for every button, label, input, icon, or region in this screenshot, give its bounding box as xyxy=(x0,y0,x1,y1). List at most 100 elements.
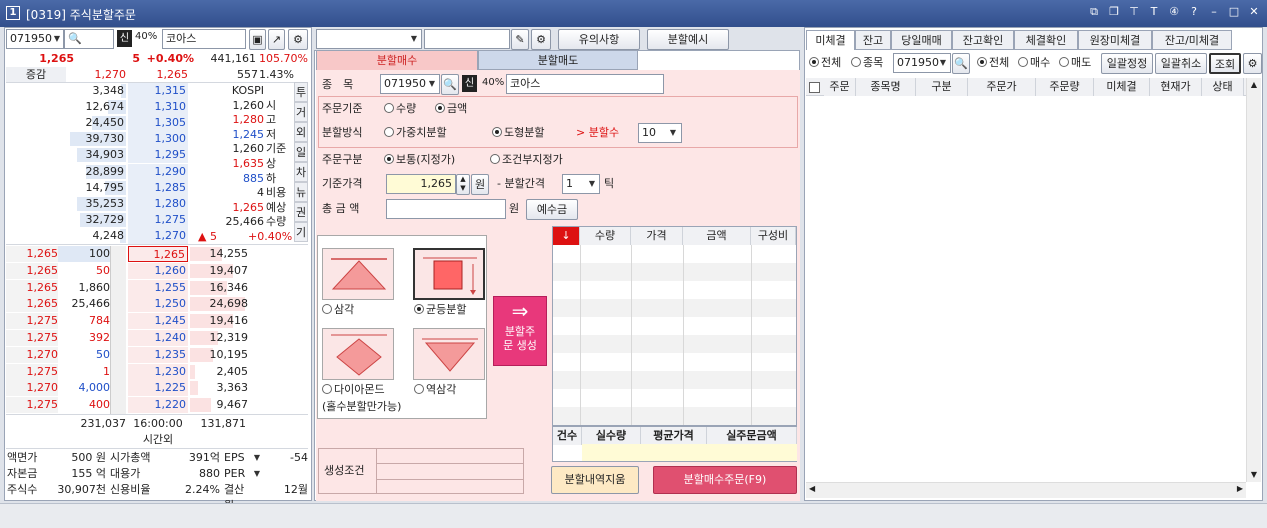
price-stepper[interactable]: ▲ ▼ xyxy=(456,174,470,195)
search-icon[interactable]: 🔍 xyxy=(952,53,970,74)
radio-conditional[interactable]: 조건부지정가 xyxy=(490,152,563,168)
chevron-down-icon[interactable]: ▼ xyxy=(407,30,421,48)
close-icon[interactable]: ✕ xyxy=(1247,5,1261,19)
search-icon[interactable]: 🔍 xyxy=(441,74,459,95)
split-col-header[interactable]: 가격 xyxy=(631,227,683,245)
radio-buy[interactable]: 매수 xyxy=(1018,55,1050,71)
bid-price[interactable]: 1,250 xyxy=(128,296,188,313)
chevron-down-icon[interactable]: ▼ xyxy=(936,54,950,72)
batch-edit-button[interactable]: 일괄정정 xyxy=(1101,53,1153,74)
radio-inverse[interactable]: 역삼각 xyxy=(414,382,456,398)
bid-price[interactable]: 1,225 xyxy=(128,380,188,397)
ask-price[interactable]: 1,300 xyxy=(128,131,188,148)
chevron-down-icon[interactable]: ▼ xyxy=(585,175,599,193)
gear-icon[interactable]: ⚙ xyxy=(531,29,551,50)
ask-price[interactable]: 1,310 xyxy=(128,99,188,116)
maximize-icon[interactable]: □ xyxy=(1227,5,1241,19)
side-tab[interactable]: 거 xyxy=(294,102,308,122)
radio-weighted[interactable]: 가중치분할 xyxy=(384,125,447,141)
radio-all2[interactable]: 전체 xyxy=(977,55,1009,71)
ask-price[interactable]: 1,290 xyxy=(128,163,188,180)
triangle-pattern[interactable] xyxy=(322,248,394,300)
chevron-down-icon[interactable]: ▼ xyxy=(50,30,64,48)
bid-price[interactable]: 1,265 xyxy=(128,246,188,262)
horizontal-scrollbar[interactable]: ◀ ▶ xyxy=(806,482,1246,498)
edit-icon[interactable]: ✎ xyxy=(511,29,529,50)
ask-price[interactable]: 1,295 xyxy=(128,147,188,164)
chevron-right-icon[interactable]: ▶ xyxy=(1237,484,1243,493)
radio-all[interactable]: 전체 xyxy=(809,55,841,71)
radio-equal[interactable]: 균등분할 xyxy=(414,302,466,318)
link-icon[interactable]: ⧉ xyxy=(1087,5,1101,19)
side-tab[interactable]: 외 xyxy=(294,122,308,142)
chart-icon[interactable]: ▣ xyxy=(249,29,266,50)
orders-tab[interactable]: 원장미체결 xyxy=(1078,30,1152,50)
pin-icon[interactable]: ⊤ xyxy=(1127,5,1141,19)
bid-price[interactable]: 1,245 xyxy=(128,313,188,330)
orders-col-header[interactable]: 주문 xyxy=(824,78,856,96)
gear-icon[interactable]: ⚙ xyxy=(1243,53,1262,74)
chevron-down-icon[interactable]: ▼ xyxy=(1247,468,1261,482)
chevron-down-icon[interactable]: ▼ xyxy=(250,465,264,483)
orders-tab[interactable]: 잔고/미체결 xyxy=(1152,30,1232,50)
orders-col-header[interactable]: 주문가 xyxy=(968,78,1036,96)
orders-tab[interactable]: 체결확인 xyxy=(1014,30,1078,50)
ask-price[interactable]: 1,275 xyxy=(128,211,188,228)
orders-tab[interactable]: 당일매매 xyxy=(891,30,952,50)
base-price-input[interactable]: 1,265 xyxy=(386,174,456,194)
group-icon[interactable]: ④ xyxy=(1167,5,1181,19)
chevron-down-icon[interactable]: ▼ xyxy=(425,75,439,93)
minimize-icon[interactable]: – xyxy=(1207,5,1221,19)
radio-triangle[interactable]: 삼각 xyxy=(322,302,354,318)
side-tab[interactable]: 권 xyxy=(294,202,308,222)
batch-cancel-button[interactable]: 일괄취소 xyxy=(1155,53,1207,74)
orders-tab[interactable]: 미체결 xyxy=(806,30,855,50)
ask-price[interactable]: 1,315 xyxy=(128,83,188,99)
search-button[interactable]: 🔍 xyxy=(64,29,114,49)
chevron-down-icon[interactable]: ▼ xyxy=(666,124,680,142)
orders-col-header[interactable]: 구분 xyxy=(916,78,968,96)
orders-col-header[interactable]: 상태 xyxy=(1202,78,1244,96)
clear-history-button[interactable]: 분할내역지움 xyxy=(551,466,639,494)
bid-price[interactable]: 1,255 xyxy=(128,279,188,296)
ask-price[interactable]: 1,270 xyxy=(128,227,188,244)
ask-price[interactable]: 1,285 xyxy=(128,179,188,196)
orders-col-header[interactable]: 현재가 xyxy=(1150,78,1202,96)
side-tab[interactable]: 차 xyxy=(294,162,308,182)
query-button[interactable]: 조회 xyxy=(1209,53,1241,74)
scrollbar[interactable] xyxy=(110,246,126,414)
side-tab[interactable]: 뉴 xyxy=(294,182,308,202)
radio-sell[interactable]: 매도 xyxy=(1059,55,1091,71)
radio-diamond[interactable]: 다이아몬드 xyxy=(322,382,385,398)
chevron-left-icon[interactable]: ◀ xyxy=(809,484,815,493)
password-input[interactable] xyxy=(424,29,510,49)
radio-shape[interactable]: 도형분할 xyxy=(492,125,544,141)
diamond-pattern[interactable] xyxy=(322,328,394,380)
radio-quantity[interactable]: 수량 xyxy=(384,101,416,117)
radio-item[interactable]: 종목 xyxy=(851,55,883,71)
generate-button[interactable]: ⇒ 분할주문 생성 xyxy=(493,296,547,366)
chevron-up-icon[interactable]: ▲ xyxy=(1247,78,1261,92)
vertical-scrollbar[interactable]: ▲ ▼ xyxy=(1246,78,1261,482)
side-tab[interactable]: 일 xyxy=(294,142,308,162)
warning-button[interactable]: 유의사항 xyxy=(558,29,640,50)
orders-col-header[interactable]: 미체결 xyxy=(1094,78,1150,96)
split-col-header[interactable]: 수량 xyxy=(580,227,631,245)
split-col-header[interactable]: ↓ xyxy=(553,227,580,245)
split-col-header[interactable]: 금액 xyxy=(683,227,751,245)
radio-amount[interactable]: 금액 xyxy=(435,101,467,117)
help-icon[interactable]: ? xyxy=(1187,5,1201,19)
bid-price[interactable]: 1,235 xyxy=(128,346,188,363)
inverse-pattern[interactable] xyxy=(413,328,485,380)
gear-icon[interactable]: ⚙ xyxy=(288,29,308,50)
total-amount-input[interactable] xyxy=(386,199,506,219)
orders-tab[interactable]: 잔고 xyxy=(855,30,891,50)
split-buy-order-button[interactable]: 분할매수주문(F9) xyxy=(653,466,797,494)
orders-tab[interactable]: 잔고확인 xyxy=(952,30,1014,50)
tab-buy[interactable]: 분할매수 xyxy=(316,50,478,70)
deposit-button[interactable]: 예수금 xyxy=(526,199,578,220)
export-icon[interactable]: ↗ xyxy=(268,29,285,50)
orders-col-header[interactable]: 주문량 xyxy=(1036,78,1094,96)
radio-normal[interactable]: 보통(지정가) xyxy=(384,152,455,168)
split-col-header[interactable]: 구성비 xyxy=(751,227,796,245)
